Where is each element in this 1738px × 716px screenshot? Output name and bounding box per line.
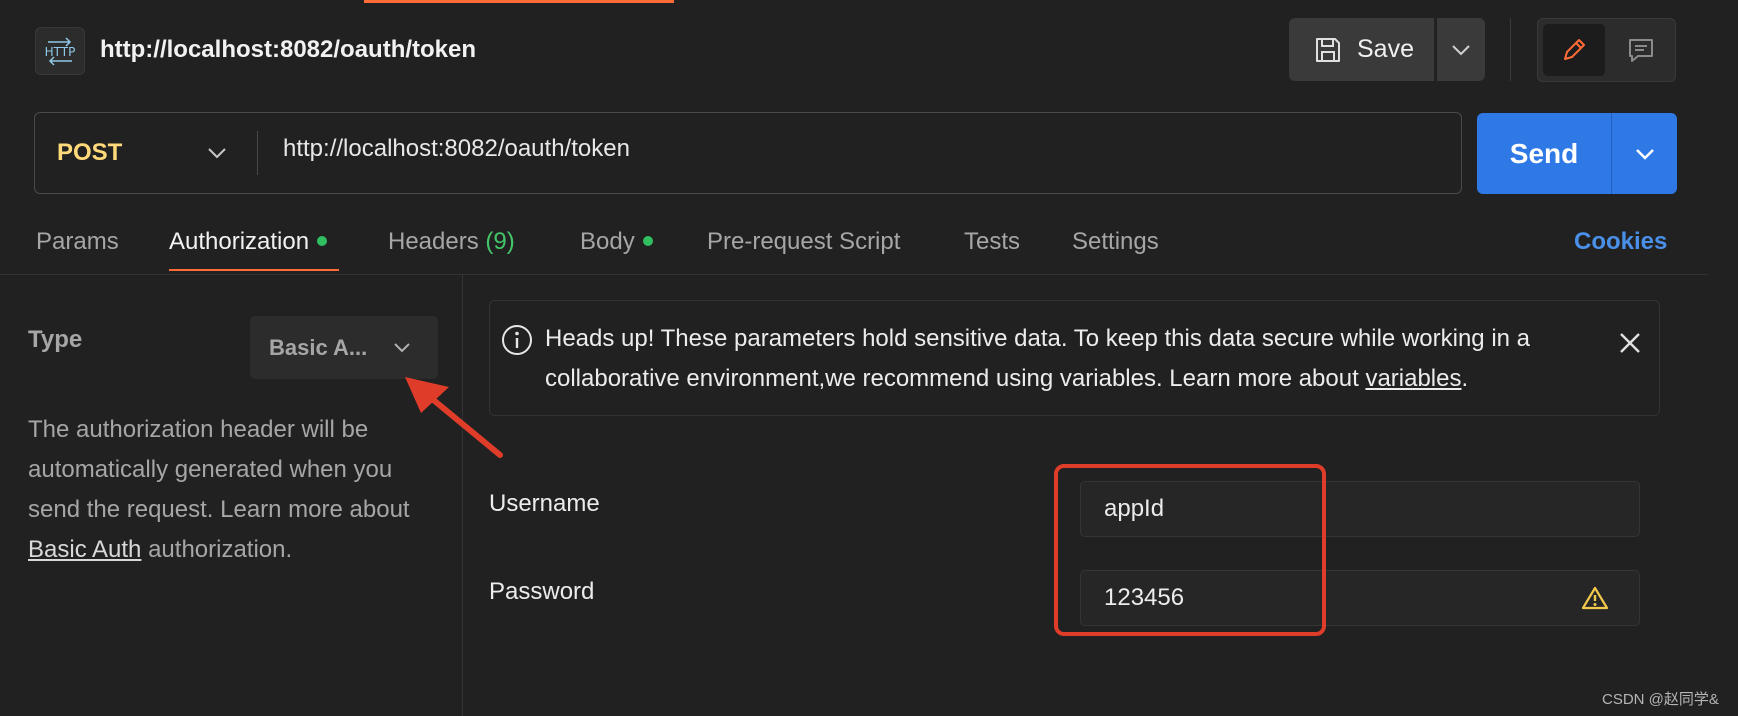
status-dot [642, 235, 653, 246]
password-label: Password [489, 578, 595, 605]
save-button-group: Save [1289, 18, 1485, 81]
save-label: Save [1357, 35, 1414, 63]
auth-type-value: Basic A... [269, 334, 368, 360]
svg-text:HTTP: HTTP [45, 45, 76, 59]
close-icon [1618, 331, 1642, 355]
method-select[interactable]: POST [35, 113, 257, 193]
method-label: POST [57, 139, 123, 166]
tab-label: Body [580, 228, 635, 255]
tab-label: Params [36, 228, 119, 255]
edit-mode-button[interactable] [1543, 24, 1605, 76]
annotation-highlight-box [1054, 464, 1326, 636]
comments-button[interactable] [1610, 24, 1672, 76]
auth-description-text: The authorization header will be automat… [28, 416, 410, 523]
http-icon: HTTP [35, 27, 85, 75]
active-tab-underline [169, 269, 339, 271]
tab-tests[interactable]: Tests [964, 228, 1020, 256]
banner-text: Heads up! These parameters hold sensitiv… [545, 319, 1605, 399]
sensitive-data-banner: Heads up! These parameters hold sensitiv… [489, 300, 1660, 416]
header-divider [1510, 18, 1511, 81]
active-request-tab-indicator [364, 0, 674, 3]
status-dot [317, 235, 328, 246]
method-divider [257, 131, 258, 175]
variables-link[interactable]: variables [1365, 365, 1461, 392]
send-label: Send [1509, 137, 1579, 169]
request-bar: POST http://localhost:8082/oauth/token [34, 112, 1462, 194]
tab-count: (9) [485, 228, 515, 255]
tab-body[interactable]: Body [580, 228, 653, 256]
send-button-group: Send [1477, 113, 1677, 194]
tab-settings[interactable]: Settings [1072, 228, 1159, 256]
send-button[interactable]: Send [1477, 113, 1611, 194]
username-label: Username [489, 490, 600, 517]
url-input[interactable]: http://localhost:8082/oauth/token [283, 135, 630, 163]
chevron-down-icon [1635, 148, 1655, 160]
annotation-arrow-icon [395, 365, 505, 460]
view-mode-toggle [1537, 18, 1676, 82]
tab-headers[interactable]: Headers (9) [388, 228, 515, 256]
tab-pre-request-script[interactable]: Pre-request Script [707, 228, 900, 256]
tab-params[interactable]: Params [36, 228, 119, 256]
tabs-divider [0, 274, 1708, 275]
chevron-down-icon [1451, 44, 1471, 56]
request-title[interactable]: http://localhost:8082/oauth/token [100, 36, 476, 64]
tab-label: Authorization [169, 228, 310, 255]
tab-label: Headers [388, 228, 479, 255]
auth-type-label: Type [28, 326, 83, 353]
save-icon [1313, 35, 1343, 65]
send-dropdown-button[interactable] [1612, 113, 1677, 194]
banner-period: . [1461, 365, 1469, 392]
watermark: CSDN @赵同学& [1602, 691, 1719, 708]
tab-authorization[interactable]: Authorization [169, 228, 328, 256]
tab-label: Settings [1072, 228, 1159, 255]
pane-divider[interactable] [462, 275, 463, 716]
comment-icon [1626, 35, 1656, 65]
info-icon [500, 323, 534, 357]
save-button[interactable]: Save [1289, 18, 1434, 81]
save-dropdown-button[interactable] [1437, 18, 1485, 81]
warning-icon[interactable] [1581, 585, 1609, 611]
pencil-icon [1559, 35, 1589, 65]
close-banner-button[interactable] [1612, 325, 1648, 361]
cookies-link[interactable]: Cookies [1574, 228, 1667, 256]
basic-auth-link[interactable]: Basic Auth [28, 536, 141, 563]
tab-label: Tests [964, 228, 1021, 255]
chevron-down-icon [207, 147, 227, 159]
auth-description: The authorization header will be automat… [28, 410, 448, 570]
tab-label: Pre-request Script [707, 228, 901, 255]
chevron-down-icon [393, 342, 411, 353]
auth-description-suffix: authorization. [141, 536, 293, 563]
